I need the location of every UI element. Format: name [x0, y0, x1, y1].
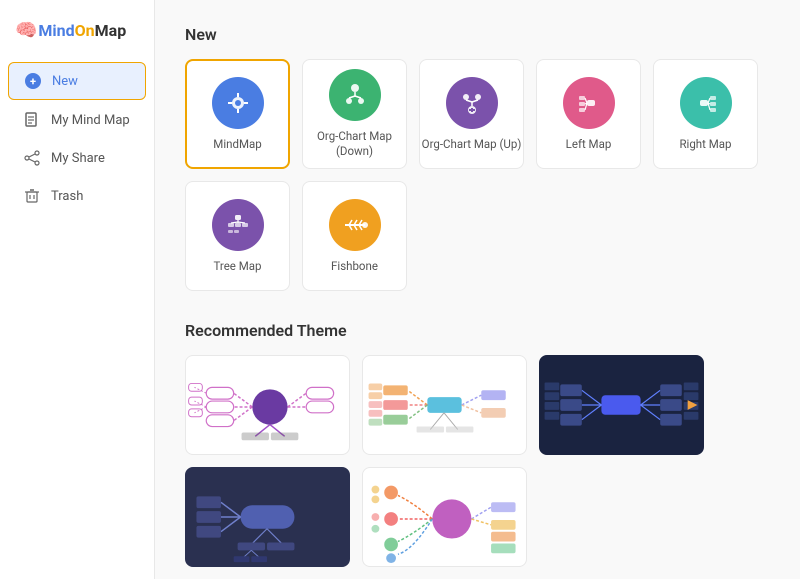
trash-icon — [23, 187, 41, 205]
map-card-org-chart-up[interactable]: Org-Chart Map (Up) — [419, 59, 524, 169]
map-card-tree-map[interactable]: Tree Map — [185, 181, 290, 291]
sidebar-item-my-mind-map-label: My Mind Map — [51, 113, 130, 128]
theme-card-5[interactable] — [362, 467, 527, 567]
sidebar-item-trash-label: Trash — [51, 189, 83, 204]
new-section-title: New — [185, 25, 770, 44]
logo-text: MindOnMap — [38, 21, 126, 40]
theme-card-1[interactable] — [185, 355, 350, 455]
logo: 🧠 MindOnMap — [0, 10, 154, 61]
main-content: New MindMap — [155, 0, 800, 579]
tree-map-label: Tree Map — [213, 259, 261, 274]
org-chart-up-icon — [446, 77, 498, 129]
map-card-right-map[interactable]: Right Map — [653, 59, 758, 169]
plus-icon: + — [24, 72, 42, 90]
map-card-left-map[interactable]: Left Map — [536, 59, 641, 169]
map-card-mindmap[interactable]: MindMap — [185, 59, 290, 169]
sidebar-item-new[interactable]: + New — [8, 62, 146, 100]
tree-map-icon — [212, 199, 264, 251]
theme-card-2[interactable] — [362, 355, 527, 455]
logo-icon: 🧠 — [15, 20, 37, 41]
left-map-icon — [563, 77, 615, 129]
right-map-icon — [680, 77, 732, 129]
document-icon — [23, 111, 41, 129]
recommended-section-title: Recommended Theme — [185, 321, 770, 340]
share-icon — [23, 149, 41, 167]
sidebar-item-my-share-label: My Share — [51, 151, 105, 166]
sidebar-item-my-share[interactable]: My Share — [8, 140, 146, 176]
sidebar-item-new-label: New — [52, 74, 78, 89]
sidebar-item-trash[interactable]: Trash — [8, 178, 146, 214]
themes-grid — [185, 355, 770, 567]
map-types-grid: MindMap Org-Chart Map (Down) — [185, 59, 770, 291]
fishbone-label: Fishbone — [331, 259, 378, 274]
mindmap-icon — [212, 77, 264, 129]
theme-card-4[interactable] — [185, 467, 350, 567]
map-card-org-chart-down[interactable]: Org-Chart Map (Down) — [302, 59, 407, 169]
org-chart-up-label: Org-Chart Map (Up) — [422, 137, 522, 152]
map-card-fishbone[interactable]: Fishbone — [302, 181, 407, 291]
org-chart-down-icon — [329, 69, 381, 121]
mindmap-label: MindMap — [213, 137, 261, 152]
right-map-label: Right Map — [679, 137, 731, 152]
sidebar-item-my-mind-map[interactable]: My Mind Map — [8, 102, 146, 138]
left-map-label: Left Map — [566, 137, 612, 152]
sidebar: 🧠 MindOnMap + New My Mind Map — [0, 0, 155, 579]
theme-card-3[interactable] — [539, 355, 704, 455]
org-chart-down-label: Org-Chart Map (Down) — [303, 129, 406, 159]
fishbone-icon — [329, 199, 381, 251]
